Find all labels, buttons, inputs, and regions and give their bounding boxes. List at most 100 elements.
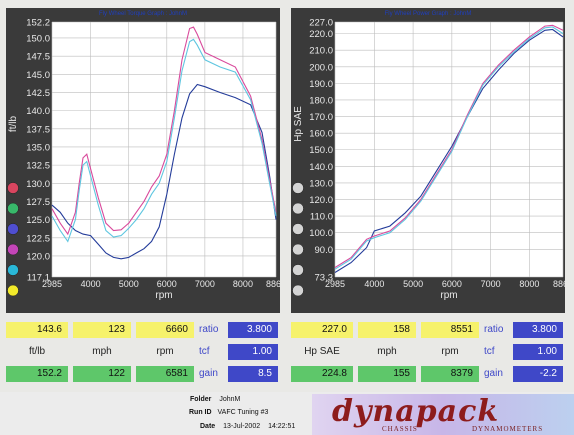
- tcf-value: 1.00: [513, 344, 563, 360]
- legend-dot: [292, 182, 304, 194]
- y-tick-label: 147.5: [26, 52, 50, 63]
- y-tick-label: 140.0: [26, 106, 50, 117]
- date-row: Date 13-Jul-2002 14:22:51: [200, 423, 295, 430]
- power-stats: 227.0 158 8551 Hp SAE mph rpm 224.8 155 …: [291, 322, 565, 386]
- x-tick-label: 7000: [195, 279, 215, 289]
- y-tick-label: 210.0: [309, 46, 333, 57]
- y-tick-label: 150.0: [309, 145, 333, 156]
- peak-torque-rpm: 6660: [136, 322, 194, 338]
- alt-power-mph: 155: [358, 366, 416, 382]
- y-tick-label: 160.0: [309, 129, 333, 140]
- y-axis-label: ft/lb: [8, 116, 19, 133]
- gain-label: gain: [199, 368, 218, 379]
- x-tick-label: 5000: [119, 279, 139, 289]
- date-value: 13-Jul-2002: [223, 423, 261, 430]
- legend-dot: [292, 202, 304, 215]
- power-graph-panel: Fly Wheel Power Graph : JohnM 2985 4000 50…: [291, 8, 565, 313]
- y-tick-label: 130.0: [26, 179, 50, 190]
- legend-dot: [292, 284, 304, 297]
- y-tick-label: 200.0: [309, 62, 333, 73]
- x-tick-label: 8868: [266, 279, 280, 289]
- x-axis-label: rpm: [440, 290, 457, 301]
- peak-power-value: 227.0: [291, 322, 353, 338]
- y-tick-label: 127.5: [26, 197, 50, 208]
- power-chart: 298540005000600070008000886873.390.0100.…: [292, 18, 565, 301]
- y-tick-label: 122.5: [26, 233, 50, 244]
- logo-sub-chassis: CHASSIS: [382, 425, 418, 433]
- y-tick-label: 73.3: [315, 273, 334, 284]
- y-tick-label: 150.0: [26, 33, 50, 44]
- unit-label-rpm: rpm: [441, 346, 459, 357]
- torque-chart: 2985400050006000700080008868117.1120.012…: [7, 18, 280, 301]
- x-tick-label: 4000: [364, 279, 384, 289]
- alt-torque-mph: 122: [73, 366, 131, 382]
- y-tick-label: 142.5: [26, 88, 50, 99]
- x-tick-label: 6000: [157, 279, 177, 289]
- y-tick-label: 132.5: [26, 161, 50, 172]
- logo-wordmark: dynapack: [332, 394, 500, 429]
- folder-row: Folder JohnM: [190, 396, 240, 403]
- y-tick-label: 227.0: [309, 18, 333, 29]
- legend-dot: [292, 243, 304, 256]
- peak-power-rpm: 8551: [421, 322, 479, 338]
- dynapack-logo: dynapack CHASSIS DYNAMOMETERS: [312, 394, 574, 435]
- alt-power-rpm: 8379: [421, 366, 479, 382]
- legend-dot: [7, 223, 19, 235]
- gain-value: -2.2: [513, 366, 563, 382]
- x-tick-label: 8000: [233, 279, 253, 289]
- y-tick-label: 117.1: [27, 273, 50, 284]
- legend-dot: [7, 264, 19, 276]
- legend-dot: [7, 182, 19, 194]
- y-tick-label: 190.0: [309, 79, 333, 90]
- y-tick-label: 220.0: [309, 29, 333, 40]
- tcf-value: 1.00: [228, 344, 278, 360]
- legend-dot: [292, 223, 304, 235]
- ratio-label: ratio: [484, 324, 504, 335]
- date-label: Date: [200, 423, 216, 430]
- logo-sub-dynamometers: DYNAMOMETERS: [472, 425, 544, 433]
- y-tick-label: 180.0: [309, 95, 333, 106]
- y-tick-label: 135.0: [26, 142, 50, 153]
- unit-label-rpm: rpm: [156, 346, 174, 357]
- runid-row: Run ID VAFC Tuning #3: [189, 409, 268, 416]
- tcf-label: tcf: [484, 346, 495, 357]
- folder-label: Folder: [190, 396, 212, 403]
- alt-torque-value: 152.2: [6, 366, 68, 382]
- y-tick-label: 170.0: [309, 112, 333, 123]
- ratio-value: 3.800: [513, 322, 563, 338]
- legend-dot: [292, 264, 304, 276]
- y-tick-label: 145.0: [26, 70, 50, 81]
- y-tick-label: 110.0: [310, 212, 333, 223]
- y-tick-label: 152.2: [26, 18, 50, 29]
- y-tick-label: 120.0: [26, 251, 50, 262]
- plot-area: [52, 22, 276, 277]
- y-tick-label: 90.0: [315, 245, 334, 256]
- x-tick-label: 4000: [81, 279, 101, 289]
- peak-torque-value: 143.6: [6, 322, 68, 338]
- ratio-label: ratio: [199, 324, 219, 335]
- folder-value: JohnM: [219, 396, 241, 403]
- legend-dot: [7, 202, 19, 215]
- x-tick-label: 6000: [442, 279, 462, 289]
- tcf-label: tcf: [199, 346, 210, 357]
- torque-stats: 143.6 123 6660 ft/lb mph rpm 152.2 122 6…: [6, 322, 280, 386]
- peak-power-mph: 158: [358, 322, 416, 338]
- unit-label-torque: ft/lb: [28, 346, 46, 357]
- unit-label-mph: mph: [377, 346, 397, 357]
- runid-label: Run ID: [189, 409, 212, 416]
- x-tick-label: 5000: [403, 279, 423, 289]
- y-tick-label: 130.0: [309, 178, 333, 189]
- runid-value: VAFC Tuning #3: [217, 409, 269, 416]
- legend-dot: [7, 284, 19, 297]
- time-value: 14:22:51: [268, 423, 296, 430]
- torque-graph-panel: Fly Wheel Torque Graph : JohnM 2985 4000 5…: [6, 8, 280, 313]
- y-tick-label: 140.0: [309, 162, 333, 173]
- y-axis-label: Hp SAE: [293, 106, 304, 142]
- unit-label-hp: Hp SAE: [304, 346, 340, 357]
- x-tick-label: 8000: [519, 279, 539, 289]
- y-tick-label: 120.0: [309, 195, 333, 206]
- y-tick-label: 137.5: [26, 124, 50, 135]
- peak-torque-mph: 123: [73, 322, 131, 338]
- gain-value: 8.5: [228, 366, 278, 382]
- alt-power-value: 224.8: [291, 366, 353, 382]
